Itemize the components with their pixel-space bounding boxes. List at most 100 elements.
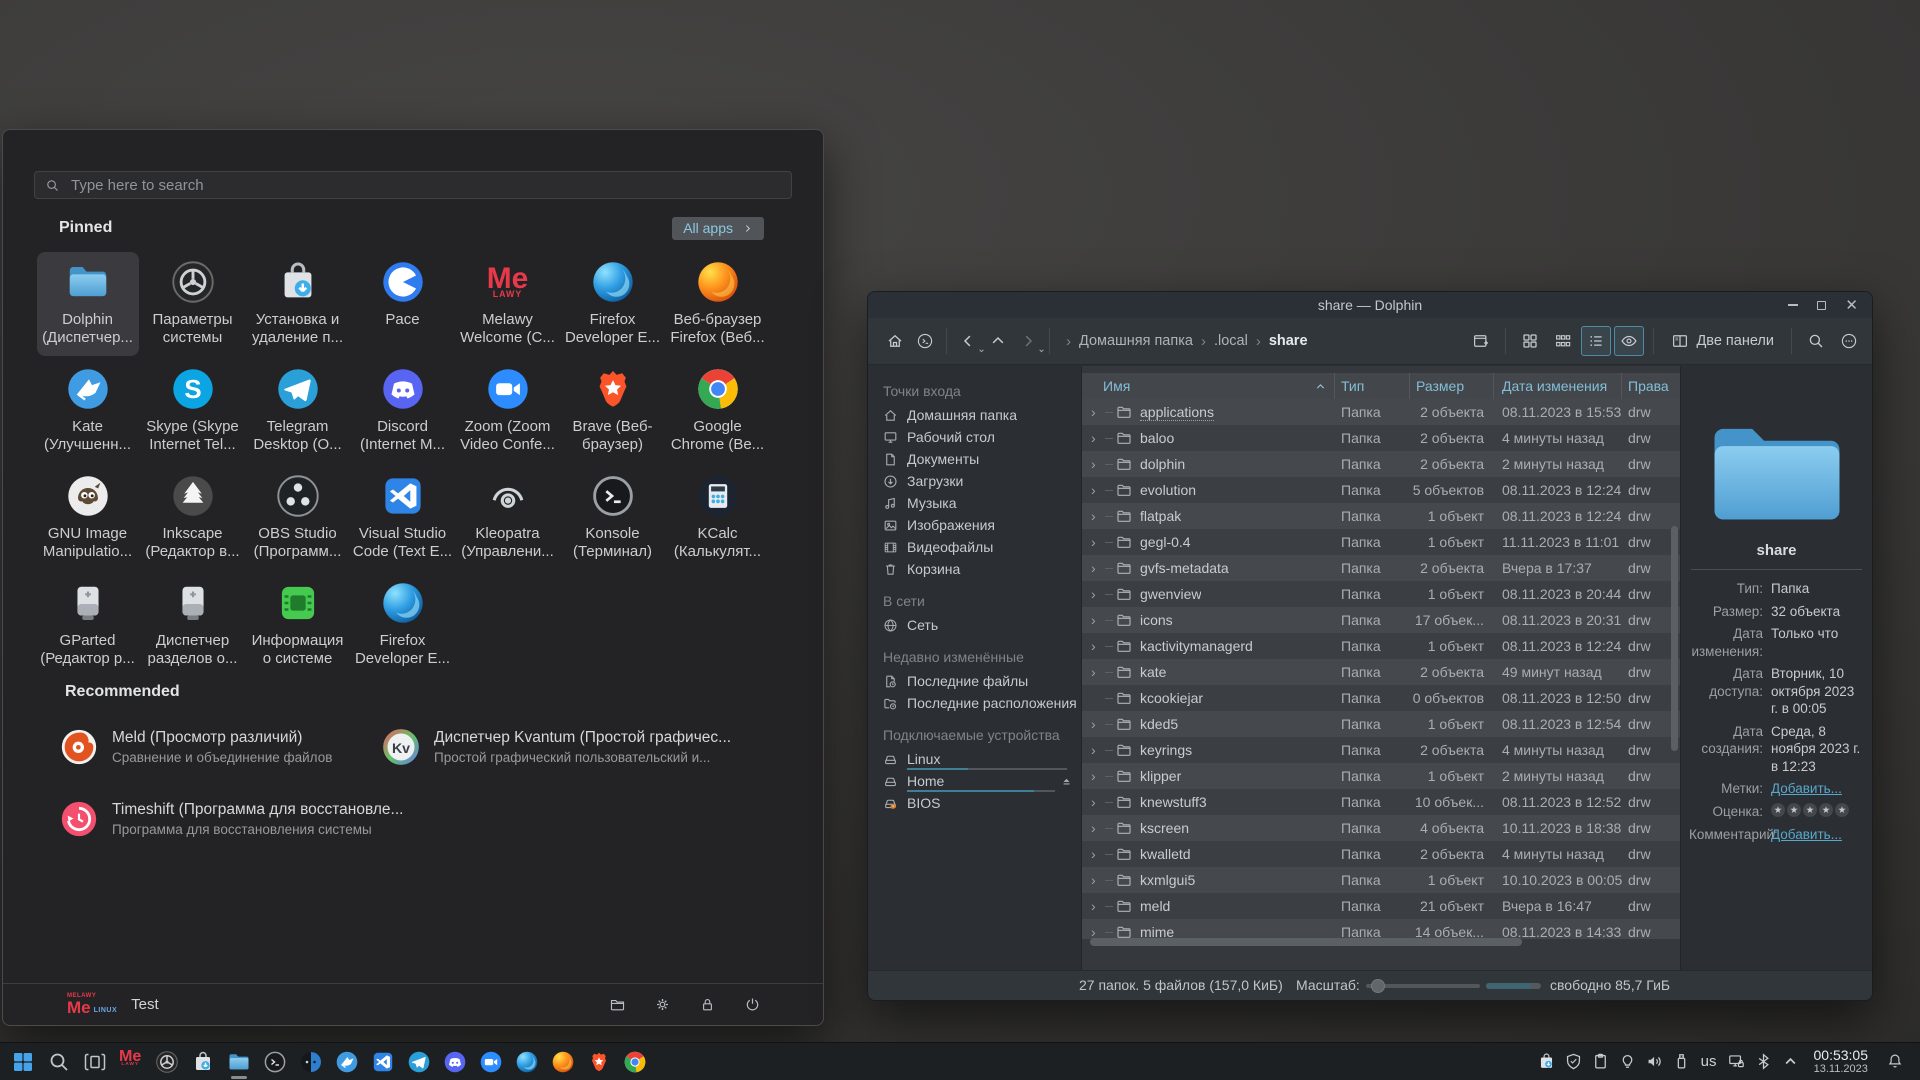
clock[interactable]: 00:53:05 13.11.2023 bbox=[1814, 1047, 1869, 1077]
taskbar-system-settings[interactable] bbox=[154, 1049, 180, 1075]
taskbar-zoom[interactable] bbox=[478, 1049, 504, 1075]
tray-updates-icon[interactable] bbox=[1537, 1052, 1556, 1071]
file-row-kscreen[interactable]: ›kscreenПапка4 объекта10.11.2023 в 18:38… bbox=[1082, 815, 1680, 841]
notifications-bell-icon[interactable] bbox=[1886, 1052, 1904, 1070]
taskbar-firefox[interactable] bbox=[550, 1049, 576, 1075]
taskbar-brave[interactable] bbox=[586, 1049, 612, 1075]
column-date[interactable]: Дата изменения bbox=[1494, 373, 1622, 399]
compact-view-button[interactable] bbox=[1548, 326, 1578, 356]
app-skype[interactable]: SSkype (SkypeInternet Tel... bbox=[142, 359, 244, 463]
file-row-klipper[interactable]: ›klipperПапка1 объект2 минуты назадdrw bbox=[1082, 763, 1680, 789]
icons-view-button[interactable] bbox=[1515, 326, 1545, 356]
lock-screen-icon[interactable] bbox=[699, 996, 716, 1013]
place-сеть[interactable]: Сеть bbox=[868, 614, 1081, 636]
minimize-button[interactable] bbox=[1788, 304, 1798, 306]
maximize-button[interactable] bbox=[1817, 301, 1826, 310]
add-link[interactable]: Добавить... bbox=[1771, 826, 1842, 844]
file-row-icons[interactable]: ›iconsПапка17 объек...08.11.2023 в 20:31… bbox=[1082, 607, 1680, 633]
taskbar-chrome[interactable] bbox=[622, 1049, 648, 1075]
expander-icon[interactable]: › bbox=[1091, 457, 1102, 471]
tray-expand-tray-icon[interactable] bbox=[1781, 1052, 1800, 1071]
recommended-timeshift[interactable]: Timeshift (Программа для восстановле...П… bbox=[59, 794, 381, 844]
place-рабочий-стол[interactable]: Рабочий стол bbox=[868, 426, 1081, 448]
app-system-info[interactable]: Информацияо системе bbox=[247, 573, 349, 677]
titlebar[interactable]: share — Dolphin ✕ bbox=[868, 292, 1872, 318]
all-apps-button[interactable]: All apps bbox=[672, 217, 764, 240]
forward-button[interactable] bbox=[1013, 326, 1043, 356]
recommended-kvantum[interactable]: KvДиспетчер Kvantum (Простой графичес...… bbox=[381, 722, 821, 772]
home-button[interactable] bbox=[880, 326, 910, 356]
expander-icon[interactable]: › bbox=[1091, 561, 1102, 575]
file-row-kwalletd[interactable]: ›kwalletdПапка2 объекта4 минуты назадdrw bbox=[1082, 841, 1680, 867]
app-kate[interactable]: Kate(Улучшенн... bbox=[37, 359, 139, 463]
app-kleopatra[interactable]: Kleopatra(Управлени... bbox=[457, 466, 559, 570]
expander-icon[interactable]: › bbox=[1091, 665, 1102, 679]
expander-icon[interactable]: › bbox=[1091, 587, 1102, 601]
taskbar-dolphin[interactable] bbox=[226, 1049, 252, 1075]
expander-icon[interactable]: › bbox=[1091, 639, 1102, 653]
app-telegram[interactable]: TelegramDesktop (O... bbox=[247, 359, 349, 463]
app-vscode[interactable]: Visual StudioCode (Text E... bbox=[352, 466, 454, 570]
expander-icon[interactable]: › bbox=[1091, 613, 1102, 627]
recommended-meld[interactable]: Meld (Просмотр различий)Сравнение и объе… bbox=[59, 722, 381, 772]
place-корзина[interactable]: Корзина bbox=[868, 558, 1081, 580]
taskbar-melawy-launcher[interactable]: MeLAWY bbox=[118, 1049, 144, 1075]
expander-icon[interactable]: › bbox=[1091, 821, 1102, 835]
expander-icon[interactable]: › bbox=[1091, 847, 1102, 861]
split-view-button[interactable]: Две панели bbox=[1663, 332, 1782, 350]
zoom-slider-thumb[interactable] bbox=[1371, 979, 1385, 993]
taskbar-start-menu[interactable] bbox=[10, 1049, 36, 1075]
app-melawy-welcome[interactable]: MeLAWYMelawyWelcome (C... bbox=[457, 252, 559, 356]
terminal-panel-button[interactable] bbox=[910, 326, 940, 356]
file-row-evolution[interactable]: ›evolutionПапка5 объектов08.11.2023 в 12… bbox=[1082, 477, 1680, 503]
file-row-kded5[interactable]: ›kded5Папка1 объект08.11.2023 в 12:54drw bbox=[1082, 711, 1680, 737]
app-konsole[interactable]: Konsole(Терминал) bbox=[562, 466, 664, 570]
place-последние-расположения[interactable]: Последние расположения bbox=[868, 692, 1081, 714]
details-view-button[interactable] bbox=[1581, 326, 1611, 356]
expander-icon[interactable]: › bbox=[1091, 769, 1102, 783]
app-firefox-dev[interactable]: FirefoxDeveloper E... bbox=[562, 252, 664, 356]
star-icon[interactable]: ★ bbox=[1803, 803, 1817, 817]
breadcrumb-share[interactable]: share bbox=[1269, 333, 1308, 349]
taskbar-drop-down-terminal[interactable] bbox=[298, 1049, 324, 1075]
place-изображения[interactable]: Изображения bbox=[868, 514, 1081, 536]
horizontal-scrollbar[interactable] bbox=[1090, 938, 1522, 946]
expander-icon[interactable]: › bbox=[1091, 535, 1102, 549]
place-документы[interactable]: Документы bbox=[868, 448, 1081, 470]
file-manager-icon[interactable] bbox=[609, 996, 626, 1013]
app-inkscape[interactable]: Inkscape(Редактор в... bbox=[142, 466, 244, 570]
place-последние-файлы[interactable]: Последние файлы bbox=[868, 670, 1081, 692]
app-gimp[interactable]: GNU ImageManipulatio... bbox=[37, 466, 139, 570]
file-row-knewstuff3[interactable]: ›knewstuff3Папка10 объек...08.11.2023 в … bbox=[1082, 789, 1680, 815]
taskbar-vscode[interactable] bbox=[370, 1049, 396, 1075]
tray-keyboard-layout[interactable]: us bbox=[1699, 1053, 1719, 1070]
file-row-kxmlgui5[interactable]: ›kxmlgui5Папка1 объект10.10.2023 в 00:05… bbox=[1082, 867, 1680, 893]
power-icon[interactable] bbox=[744, 996, 761, 1013]
search-input[interactable] bbox=[69, 176, 781, 195]
taskbar-firefox-developer[interactable] bbox=[514, 1049, 540, 1075]
place-загрузки[interactable]: Загрузки bbox=[868, 470, 1081, 492]
breadcrumb-home[interactable]: Домашняя папка bbox=[1079, 333, 1193, 349]
star-icon[interactable]: ★ bbox=[1835, 803, 1849, 817]
expander-icon[interactable]: › bbox=[1091, 873, 1102, 887]
place-linux[interactable]: Linux bbox=[868, 748, 1081, 770]
overflow-menu-button[interactable] bbox=[1834, 326, 1864, 356]
back-button[interactable] bbox=[953, 326, 983, 356]
place-home[interactable]: Home bbox=[868, 770, 1081, 792]
star-icon[interactable]: ★ bbox=[1819, 803, 1833, 817]
taskbar-discover[interactable] bbox=[190, 1049, 216, 1075]
expander-icon[interactable]: › bbox=[1091, 483, 1102, 497]
taskbar-search[interactable] bbox=[46, 1049, 72, 1075]
create-new-button[interactable] bbox=[1466, 326, 1496, 356]
up-button[interactable] bbox=[983, 326, 1013, 356]
app-system-settings[interactable]: Параметрысистемы bbox=[142, 252, 244, 356]
tray-volume-icon[interactable] bbox=[1645, 1052, 1664, 1071]
taskbar-discord[interactable] bbox=[442, 1049, 468, 1075]
file-row-gvfs-metadata[interactable]: ›gvfs-metadataПапка2 объектаВчера в 17:3… bbox=[1082, 555, 1680, 581]
expander-icon[interactable]: › bbox=[1091, 431, 1102, 445]
star-icon[interactable]: ★ bbox=[1771, 803, 1785, 817]
tray-network-icon[interactable] bbox=[1727, 1052, 1746, 1071]
app-kcalc[interactable]: KCalc(Калькулят... bbox=[667, 466, 769, 570]
expander-icon[interactable]: › bbox=[1091, 925, 1102, 939]
place-домашняя-папка[interactable]: Домашняя папка bbox=[868, 404, 1081, 426]
